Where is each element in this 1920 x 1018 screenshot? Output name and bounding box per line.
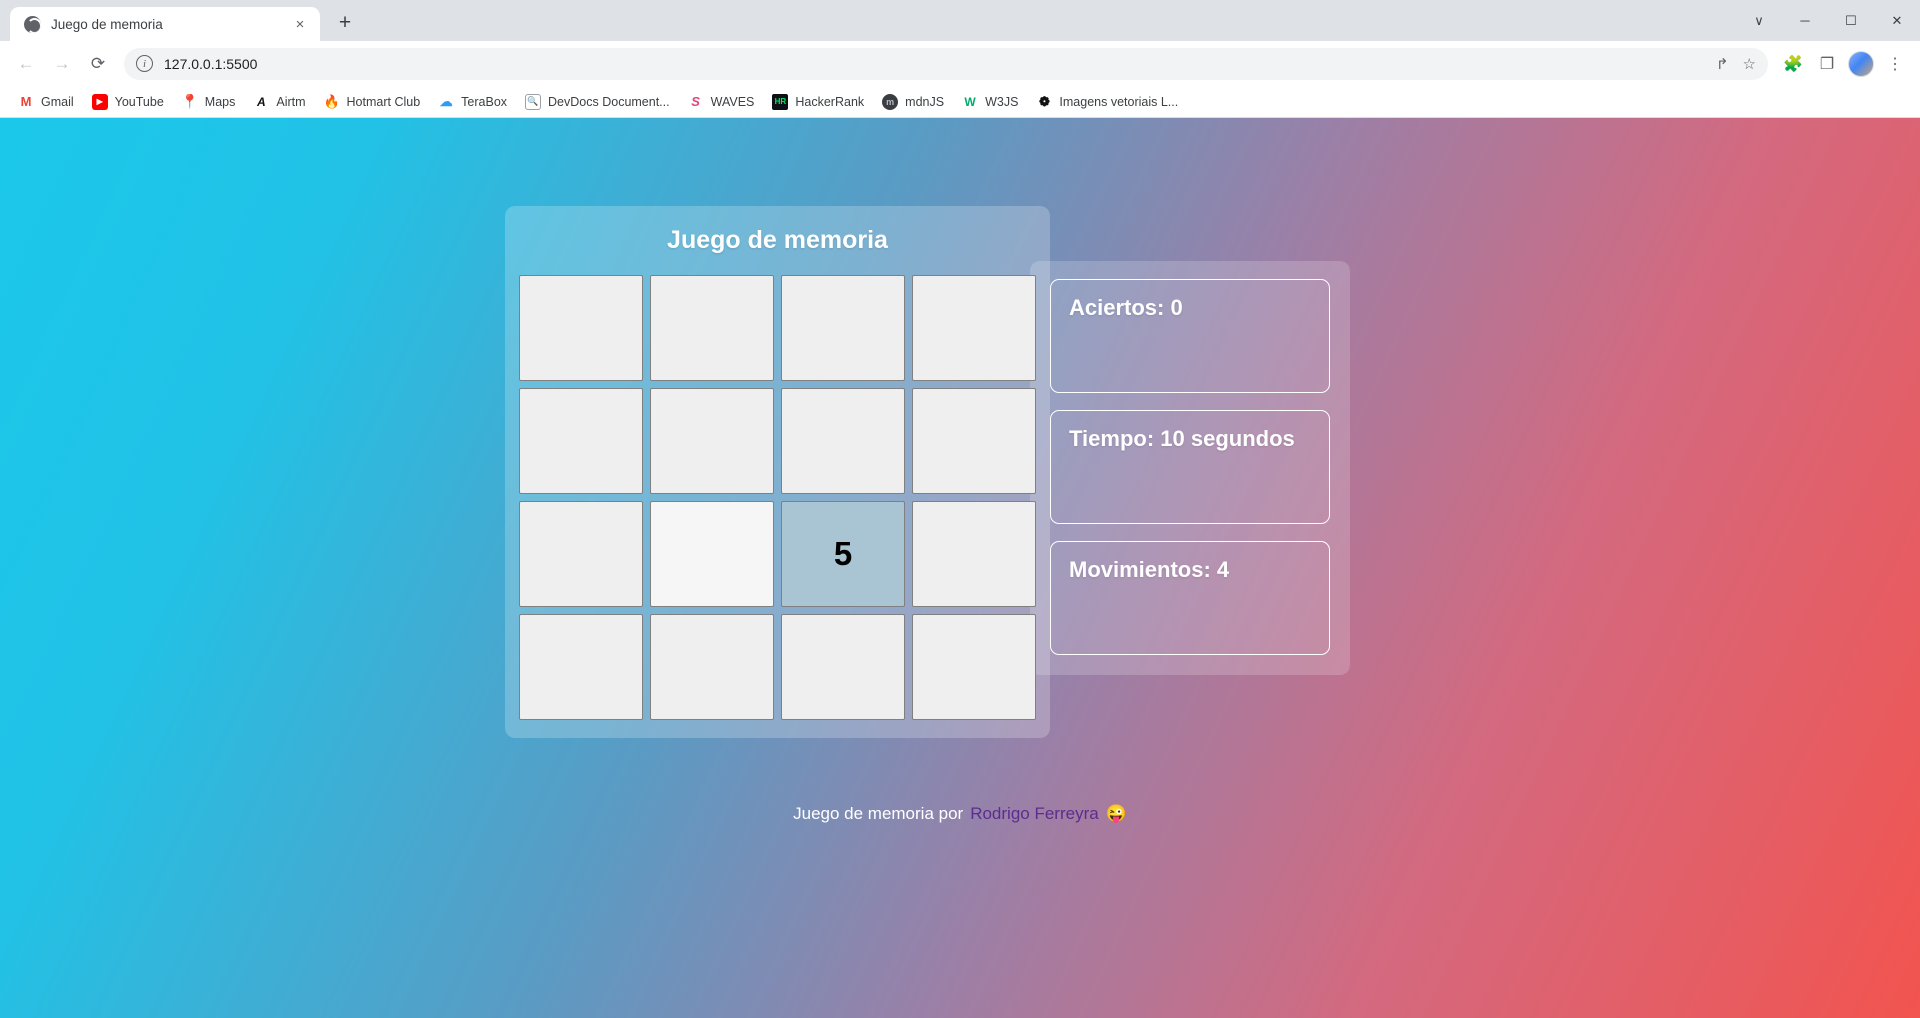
w3js-icon: W: [964, 94, 976, 109]
bookmark-gmail[interactable]: M Gmail: [10, 91, 82, 113]
memory-card[interactable]: [912, 388, 1036, 494]
stat-tiempo: Tiempo: 10 segundos: [1050, 410, 1330, 524]
memory-card[interactable]: [519, 614, 643, 720]
browser-tab[interactable]: Juego de memoria ×: [10, 7, 320, 41]
vector-icon: ❁: [1038, 93, 1050, 109]
profile-avatar[interactable]: [1846, 49, 1876, 79]
hotmart-icon: 🔥: [323, 93, 340, 109]
author-link[interactable]: Rodrigo Ferreyra: [970, 804, 1099, 824]
share-icon[interactable]: ↱: [1716, 55, 1729, 73]
memory-card[interactable]: [519, 388, 643, 494]
stat-aciertos: Aciertos: 0: [1050, 279, 1330, 393]
bookmark-maps[interactable]: 📍 Maps: [174, 91, 244, 113]
bookmark-hackerrank[interactable]: HR HackerRank: [764, 91, 872, 113]
memory-card[interactable]: [781, 614, 905, 720]
memory-card[interactable]: [912, 614, 1036, 720]
omnibox-actions: ↱ ☆: [1716, 55, 1756, 73]
maximize-button[interactable]: ☐: [1828, 0, 1874, 41]
airtm-icon: A: [257, 94, 266, 109]
bookmark-waves[interactable]: S WAVES: [680, 91, 763, 113]
forward-button[interactable]: →: [46, 48, 78, 80]
browser-toolbar: ← → ⟳ i 127.0.0.1:5500 ↱ ☆ 🧩 ❐ ⋮: [0, 41, 1920, 86]
memory-card[interactable]: [650, 501, 774, 607]
tongue-emoji-icon: 😜: [1105, 804, 1127, 823]
youtube-icon: ▶: [91, 93, 108, 110]
bookmark-mdnjs[interactable]: m mdnJS: [874, 91, 952, 113]
bookmark-label: mdnJS: [905, 94, 945, 109]
bookmark-label: WAVES: [710, 94, 755, 109]
bookmarks-bar: M Gmail ▶ YouTube 📍 Maps A Airtm 🔥 Hotmart Cl…: [0, 86, 1920, 118]
chevron-down-icon[interactable]: ∨: [1736, 0, 1782, 41]
bookmark-label: HackerRank: [795, 94, 865, 109]
mdn-icon: m: [882, 93, 899, 110]
memory-card[interactable]: [650, 388, 774, 494]
terabox-icon: ☁: [439, 93, 453, 109]
maps-icon: 📍: [181, 93, 198, 110]
bookmark-label: Maps: [204, 94, 236, 109]
memory-grid: 5: [519, 275, 1036, 720]
bookmark-youtube[interactable]: ▶ YouTube: [84, 91, 172, 113]
extensions-icon[interactable]: 🧩: [1778, 49, 1808, 79]
url-text: 127.0.0.1:5500: [164, 55, 258, 72]
memory-card[interactable]: [519, 275, 643, 381]
bookmark-label: W3JS: [985, 94, 1019, 109]
bookmark-airtm[interactable]: A Airtm: [245, 91, 313, 113]
side-panel-icon[interactable]: ❐: [1812, 49, 1842, 79]
back-button[interactable]: ←: [10, 48, 42, 80]
bookmark-label: Gmail: [41, 94, 74, 109]
memory-card[interactable]: [912, 275, 1036, 381]
close-icon[interactable]: ×: [290, 14, 310, 34]
stats-panel: Aciertos: 0 Tiempo: 10 segundos Movimien…: [1030, 261, 1350, 675]
minimize-button[interactable]: ─: [1782, 0, 1828, 41]
game-stage: Juego de memoria 5 Aciertos: 0 Tiempo: 1…: [505, 206, 1415, 738]
bookmark-label: TeraBox: [461, 94, 508, 109]
browser-window: Juego de memoria × + ∨ ─ ☐ ✕ ← → ⟳ i 127…: [0, 0, 1920, 1018]
reload-button[interactable]: ⟳: [82, 48, 114, 80]
globe-icon: [24, 15, 41, 33]
window-close-button[interactable]: ✕: [1874, 0, 1920, 41]
window-controls: ∨ ─ ☐ ✕: [1736, 0, 1920, 41]
bookmark-imagens-vetoriais[interactable]: ❁ Imagens vetoriais L...: [1028, 91, 1186, 113]
memory-card-revealed[interactable]: 5: [781, 501, 905, 607]
menu-icon[interactable]: ⋮: [1880, 49, 1910, 79]
bookmark-devdocs[interactable]: 🔍 DevDocs Document...: [517, 91, 678, 113]
memory-card[interactable]: [781, 388, 905, 494]
bookmark-label: Hotmart Club: [346, 94, 421, 109]
bookmark-label: DevDocs Document...: [548, 94, 670, 109]
bookmark-label: Airtm: [276, 94, 306, 109]
page-footer: Juego de memoria por Rodrigo Ferreyra 😜: [793, 804, 1127, 824]
search-icon: 🔍: [525, 93, 542, 110]
bookmark-star-icon[interactable]: ☆: [1743, 55, 1756, 73]
memory-card[interactable]: [519, 501, 643, 607]
bookmark-w3js[interactable]: W W3JS: [954, 91, 1026, 113]
address-bar[interactable]: i 127.0.0.1:5500 ↱ ☆: [124, 47, 1768, 80]
memory-card[interactable]: [650, 275, 774, 381]
game-panel: Juego de memoria 5: [505, 206, 1050, 738]
bookmark-terabox[interactable]: ☁ TeraBox: [430, 91, 515, 113]
memory-card[interactable]: [781, 275, 905, 381]
avatar: [1848, 50, 1874, 77]
hackerrank-icon: HR: [772, 93, 789, 110]
new-tab-button[interactable]: +: [328, 6, 362, 40]
tab-strip: Juego de memoria × + ∨ ─ ☐ ✕: [0, 0, 1920, 41]
site-info-icon[interactable]: i: [136, 55, 153, 72]
tab-title: Juego de memoria: [51, 16, 163, 32]
page-title: Juego de memoria: [667, 226, 888, 254]
bookmark-label: YouTube: [114, 94, 164, 109]
footer-prefix: Juego de memoria por: [793, 804, 964, 823]
bookmark-label: Imagens vetoriais L...: [1059, 94, 1179, 109]
bookmark-hotmart-club[interactable]: 🔥 Hotmart Club: [316, 91, 429, 113]
memory-card[interactable]: [650, 614, 774, 720]
gmail-icon: M: [20, 94, 32, 109]
stat-movimientos: Movimientos: 4: [1050, 541, 1330, 655]
memory-card[interactable]: [912, 501, 1036, 607]
page-viewport: Juego de memoria 5 Aciertos: 0 Tiempo: 1…: [0, 118, 1920, 1018]
waves-icon: S: [691, 94, 700, 109]
